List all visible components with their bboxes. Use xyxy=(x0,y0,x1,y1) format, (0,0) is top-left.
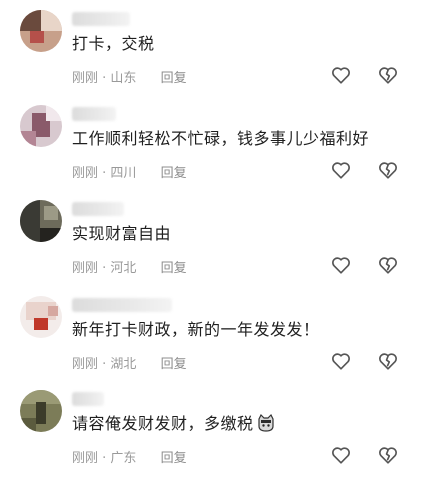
avatar[interactable] xyxy=(20,200,62,242)
timestamp: 刚刚 xyxy=(72,71,99,86)
heart-outline-icon[interactable] xyxy=(330,254,352,276)
avatar-pixel xyxy=(20,418,36,432)
avatar[interactable] xyxy=(20,390,62,432)
avatar-pixel xyxy=(20,10,41,31)
comment-text-content: 请容俺发财发财，多缴税 xyxy=(72,414,254,433)
location: 广东 xyxy=(110,451,137,466)
comment-text: 新年打卡财政，新的一年发发发！ xyxy=(72,320,320,339)
avatar[interactable] xyxy=(20,296,62,338)
heart-outline-icon[interactable] xyxy=(330,350,352,372)
timestamp: 刚刚 xyxy=(72,261,99,276)
reply-button[interactable]: 回复 xyxy=(161,166,187,181)
avatar-pixel xyxy=(20,131,36,147)
reply-button[interactable]: 回复 xyxy=(161,357,187,372)
avatar-pixel xyxy=(36,402,46,424)
avatar-pixel xyxy=(48,306,58,316)
reply-button[interactable]: 回复 xyxy=(161,451,187,466)
comment-item: 工作顺利轻松不忙碌，钱多事儿少福利好 刚刚 · 四川 回复 xyxy=(0,95,432,191)
timestamp: 刚刚 xyxy=(72,357,99,372)
comment-text: 打卡，交税 xyxy=(72,34,155,53)
avatar-pixel xyxy=(20,200,40,242)
location: 山东 xyxy=(110,71,137,86)
timestamp: 刚刚 xyxy=(72,451,99,466)
comment-meta: 刚刚 · 广东 回复 xyxy=(72,451,187,466)
location: 河北 xyxy=(110,261,137,276)
username-blurred[interactable] xyxy=(72,202,124,216)
timestamp: 刚刚 xyxy=(72,166,99,181)
avatar-pixel xyxy=(46,105,62,121)
broken-heart-outline-icon[interactable] xyxy=(377,254,399,276)
heart-outline-icon[interactable] xyxy=(330,159,352,181)
reply-button[interactable]: 回复 xyxy=(161,261,187,276)
cat-emoji-icon xyxy=(257,413,274,432)
avatar-pixel xyxy=(30,31,44,43)
location: 四川 xyxy=(110,166,137,181)
comment-meta: 刚刚 · 湖北 回复 xyxy=(72,357,187,372)
avatar-pixel xyxy=(41,10,62,31)
comment-text: 请容俺发财发财，多缴税 xyxy=(72,410,276,434)
avatar[interactable] xyxy=(20,10,62,52)
heart-outline-icon[interactable] xyxy=(330,444,352,466)
comment-text: 实现财富自由 xyxy=(72,224,172,243)
comment-meta: 刚刚 · 河北 回复 xyxy=(72,261,187,276)
comment-item: 新年打卡财政，新的一年发发发！ 刚刚 · 湖北 回复 xyxy=(0,286,432,382)
comment-meta: 刚刚 · 四川 回复 xyxy=(72,166,187,181)
username-blurred[interactable] xyxy=(72,392,104,406)
broken-heart-outline-icon[interactable] xyxy=(377,159,399,181)
location: 湖北 xyxy=(110,357,137,372)
avatar[interactable] xyxy=(20,105,62,147)
comment-item: 实现财富自由 刚刚 · 河北 回复 xyxy=(0,190,432,286)
comment-meta: 刚刚 · 山东 回复 xyxy=(72,71,187,86)
heart-outline-icon[interactable] xyxy=(330,64,352,86)
avatar-pixel xyxy=(34,318,48,330)
avatar-pixel xyxy=(44,206,58,220)
username-blurred[interactable] xyxy=(72,12,130,26)
username-blurred[interactable] xyxy=(72,298,172,312)
comment-item: 打卡，交税 刚刚 · 山东 回复 xyxy=(0,0,432,96)
comment-item: 请容俺发财发财，多缴税 刚刚 · 广东 回复 xyxy=(0,380,432,476)
avatar-pixel xyxy=(40,228,62,242)
broken-heart-outline-icon[interactable] xyxy=(377,350,399,372)
comment-text: 工作顺利轻松不忙碌，钱多事儿少福利好 xyxy=(72,129,370,148)
reply-button[interactable]: 回复 xyxy=(161,71,187,86)
broken-heart-outline-icon[interactable] xyxy=(377,64,399,86)
broken-heart-outline-icon[interactable] xyxy=(377,444,399,466)
username-blurred[interactable] xyxy=(72,107,116,121)
